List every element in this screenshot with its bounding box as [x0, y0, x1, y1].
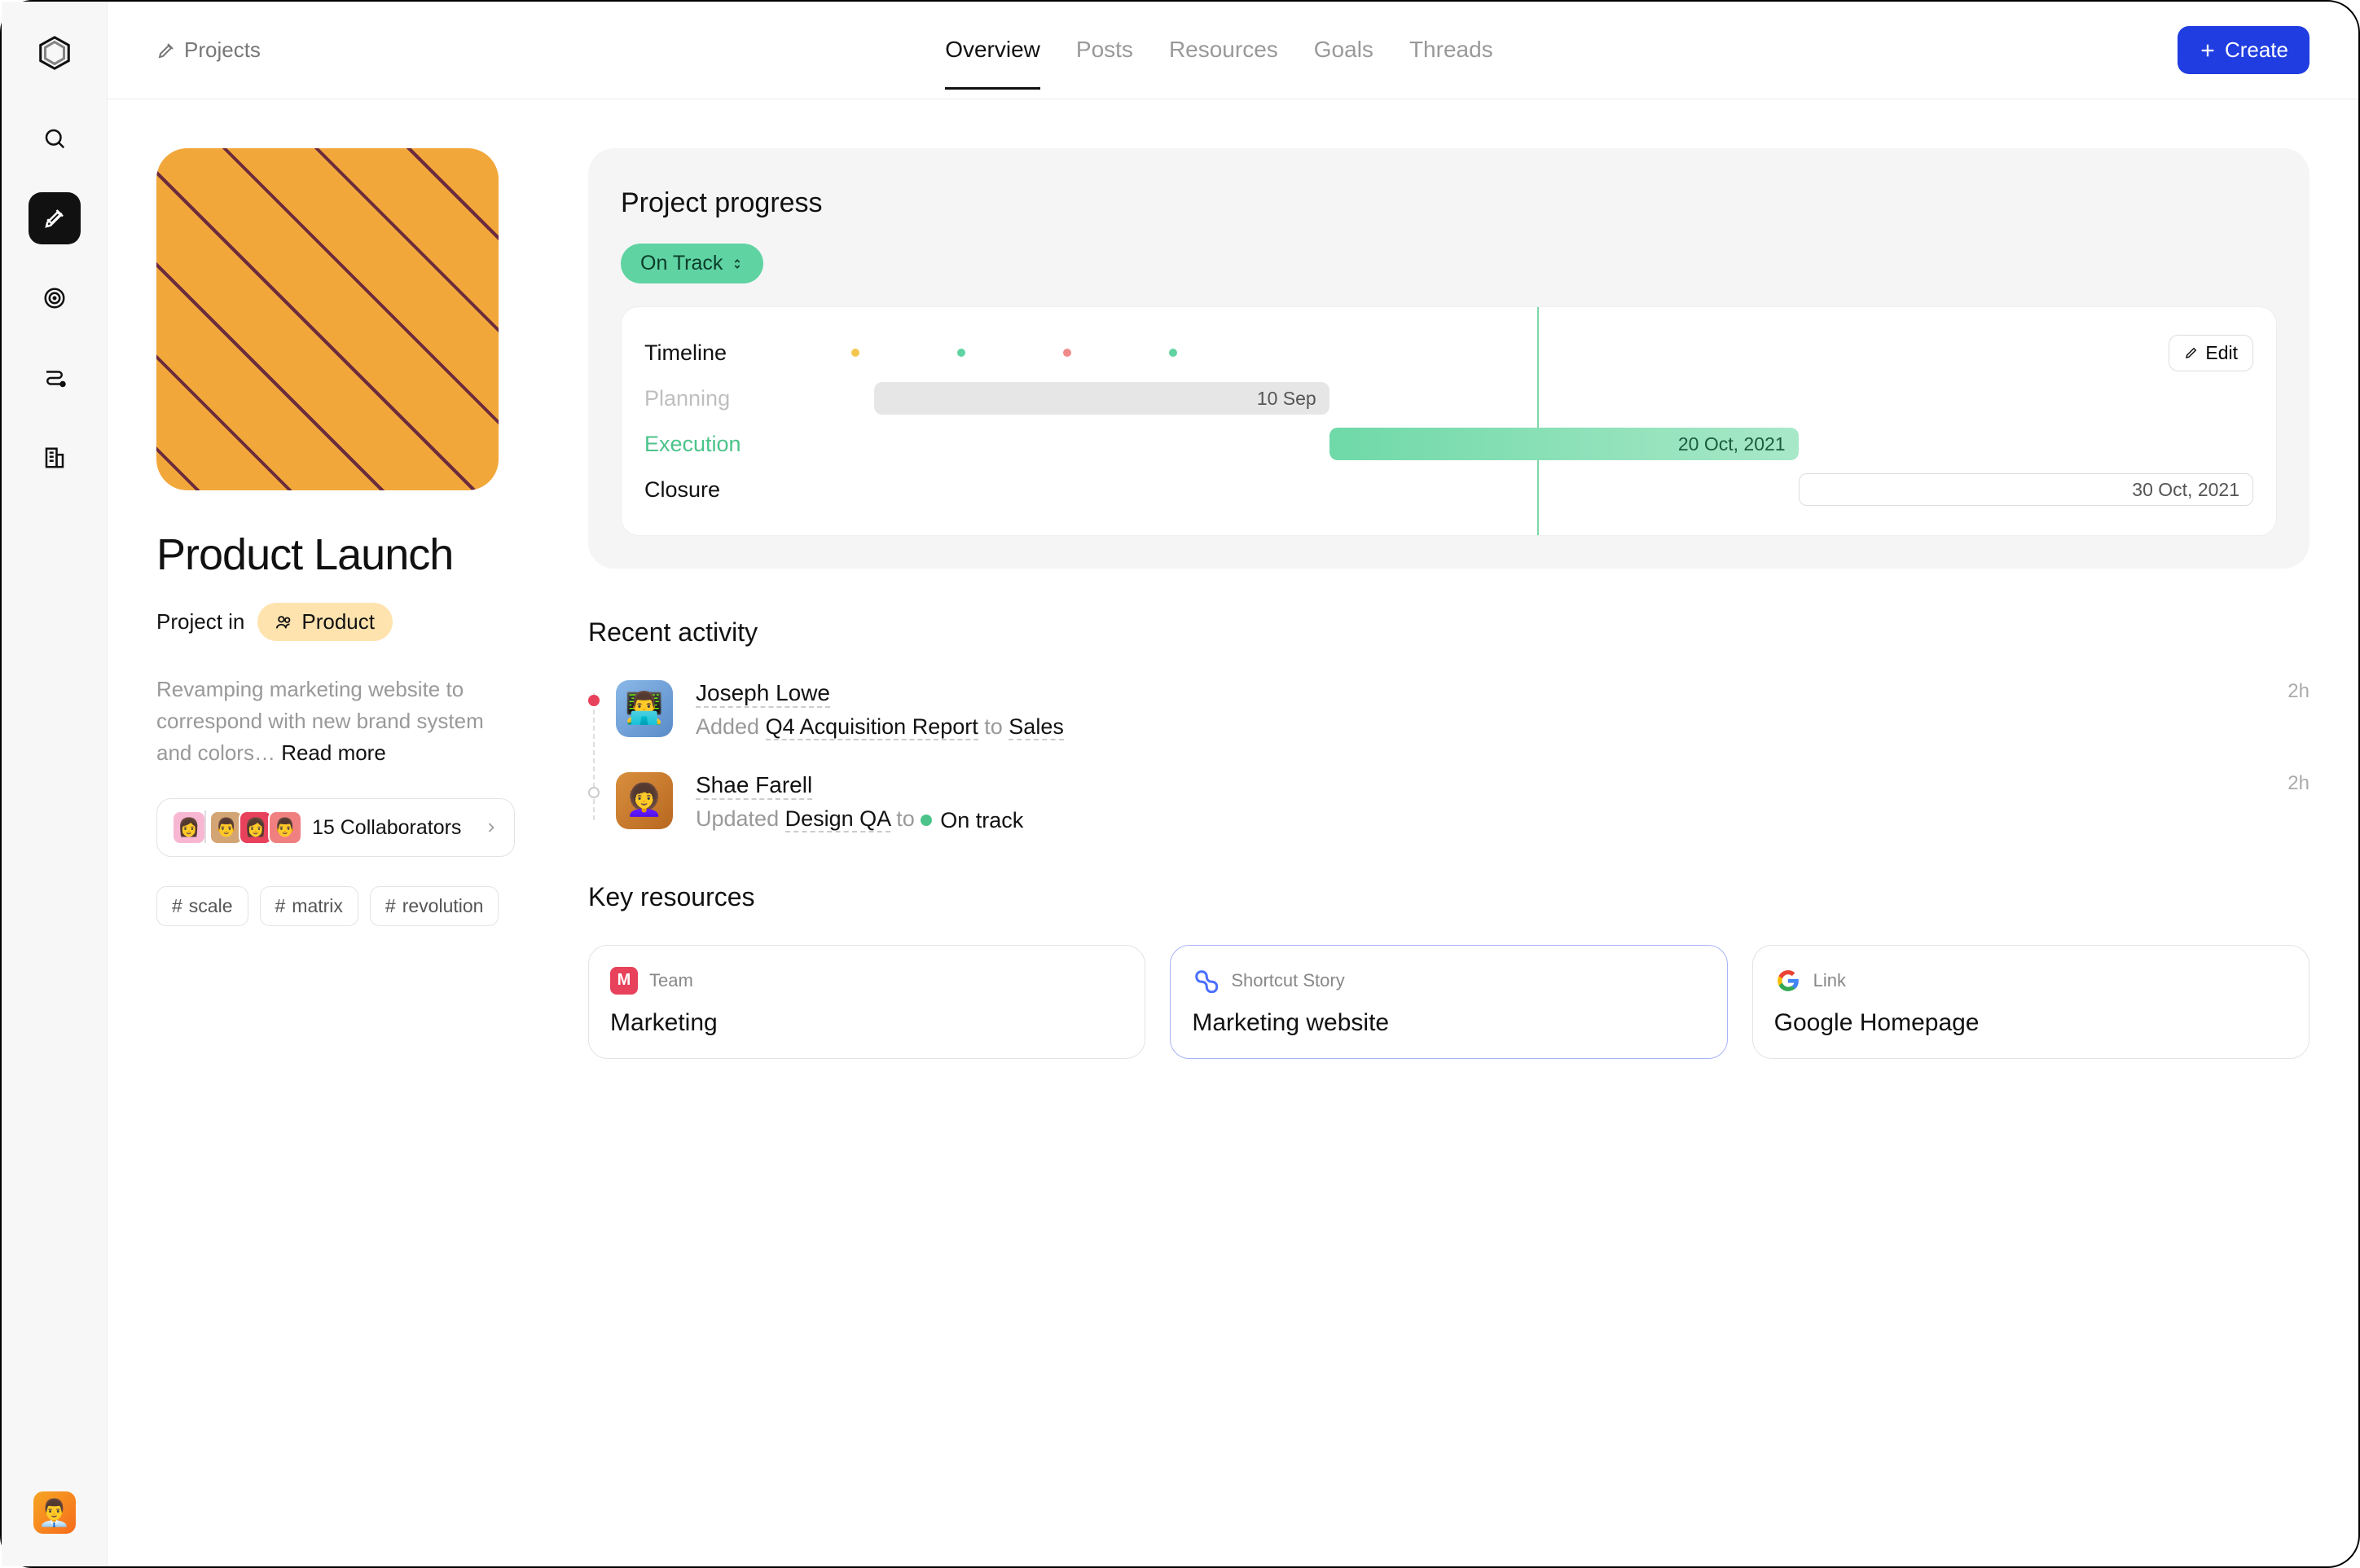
people-icon — [275, 613, 293, 631]
collaborators-button[interactable]: 👩 👨 👩 👨 15 Collaborators — [156, 798, 515, 857]
projects-nav-icon[interactable] — [29, 192, 81, 244]
activity-object-link[interactable]: Q4 Acquisition Report — [766, 714, 978, 740]
activity-avatar[interactable]: 👨‍💻 — [616, 680, 673, 737]
search-icon[interactable] — [29, 112, 81, 165]
path-nav-icon[interactable] — [29, 352, 81, 404]
resource-card-team[interactable]: M Team Marketing — [588, 945, 1145, 1059]
tag-scale[interactable]: #scale — [156, 886, 248, 926]
phase-planning-label: Planning — [644, 386, 832, 411]
tab-threads[interactable]: Threads — [1409, 37, 1493, 90]
resources-title: Key resources — [588, 882, 2309, 912]
activity-dot — [588, 787, 600, 798]
resources-grid: M Team Marketing Shortcut Story Marketin — [588, 945, 2309, 1059]
tag-revolution[interactable]: #revolution — [370, 886, 499, 926]
chevron-right-icon — [483, 819, 499, 836]
resource-title: Marketing website — [1192, 1009, 1705, 1037]
team-icon: M — [610, 967, 638, 995]
main-area: Projects Overview Posts Resources Goals … — [108, 2, 2358, 1566]
phase-closure-label: Closure — [644, 477, 832, 503]
phase-execution-label: Execution — [644, 432, 832, 457]
collaborator-avatars: 👩 👨 👩 👨 — [172, 810, 297, 845]
edit-timeline-button[interactable]: Edit — [2169, 335, 2253, 371]
activity-title: Recent activity — [588, 617, 2309, 648]
activity-dot — [588, 695, 600, 706]
activity-time: 2h — [2287, 680, 2309, 703]
read-more-link[interactable]: Read more — [281, 740, 386, 765]
chevron-updown-icon — [731, 257, 744, 270]
content: Product Launch Project in Product Revamp… — [108, 99, 2358, 1108]
activity-user-link[interactable]: Joseph Lowe — [696, 680, 830, 708]
space-chip[interactable]: Product — [257, 603, 393, 641]
activity-target-link[interactable]: Sales — [1009, 714, 1064, 740]
project-in-label: Project in — [156, 609, 244, 635]
activity-user-link[interactable]: Shae Farell — [696, 772, 812, 800]
tag-matrix[interactable]: #matrix — [260, 886, 358, 926]
activity-item: 👨‍💻 Joseph Lowe Added Q4 Acquisition Rep… — [588, 680, 2309, 740]
project-title: Product Launch — [156, 529, 515, 580]
project-meta: Project in Product — [156, 603, 515, 641]
phase-closure-bar[interactable]: 30 Oct, 2021 — [1799, 473, 2253, 506]
resource-card-link[interactable]: Link Google Homepage — [1752, 945, 2309, 1059]
milestone-dot — [1063, 349, 1071, 357]
activity-object-link[interactable]: Design QA — [785, 806, 890, 832]
tab-posts[interactable]: Posts — [1076, 37, 1133, 90]
hash-icon: # — [172, 895, 182, 917]
project-cover-image — [156, 148, 499, 490]
resource-card-shortcut[interactable]: Shortcut Story Marketing website — [1170, 945, 1727, 1059]
tab-bar: Overview Posts Resources Goals Threads — [945, 37, 1492, 64]
google-icon — [1774, 967, 1802, 995]
pencil-icon — [2184, 345, 2199, 360]
timeline-card: Timeline Edit — [621, 306, 2277, 536]
progress-title: Project progress — [621, 187, 2277, 219]
app-logo[interactable] — [36, 34, 73, 72]
status-selector[interactable]: On Track — [621, 244, 763, 283]
activity-avatar[interactable]: 👩‍🦱 — [616, 772, 673, 829]
tag-list: #scale #matrix #revolution — [156, 886, 515, 926]
nav-rail: 👨‍💼 — [2, 2, 108, 1566]
plus-icon — [2199, 42, 2217, 59]
goals-nav-icon[interactable] — [29, 272, 81, 324]
progress-panel: Project progress On Track Timeline — [588, 148, 2309, 569]
tab-overview[interactable]: Overview — [945, 37, 1040, 90]
milestone-dot — [957, 349, 965, 357]
breadcrumb-label: Projects — [184, 37, 261, 63]
create-label: Create — [2225, 37, 2288, 63]
top-bar: Projects Overview Posts Resources Goals … — [108, 2, 2358, 99]
activity-time: 2h — [2287, 772, 2309, 795]
tab-goals[interactable]: Goals — [1314, 37, 1373, 90]
resource-title: Marketing — [610, 1009, 1123, 1037]
project-sidebar: Product Launch Project in Product Revamp… — [156, 148, 515, 1059]
phase-execution-bar[interactable]: 20 Oct, 2021 — [1329, 428, 1799, 460]
project-main: Project progress On Track Timeline — [588, 148, 2309, 1059]
activity-feed: 👨‍💻 Joseph Lowe Added Q4 Acquisition Rep… — [588, 680, 2309, 833]
tab-resources[interactable]: Resources — [1169, 37, 1278, 90]
milestone-dot — [1169, 349, 1177, 357]
hash-icon: # — [385, 895, 396, 917]
resource-title: Google Homepage — [1774, 1009, 2287, 1037]
app-shell: 👨‍💼 Projects Overview Posts Resources Go… — [2, 2, 2358, 1566]
breadcrumb[interactable]: Projects — [156, 37, 261, 63]
create-button[interactable]: Create — [2178, 26, 2309, 74]
activity-item: 👩‍🦱 Shae Farell Updated Design QA to On … — [588, 772, 2309, 833]
rocket-icon — [156, 41, 176, 60]
timeline-header: Timeline — [644, 340, 832, 366]
hash-icon: # — [275, 895, 286, 917]
org-nav-icon[interactable] — [29, 432, 81, 484]
collaborator-count: 15 Collaborators — [312, 816, 468, 840]
status-badge: On track — [921, 808, 1023, 833]
milestone-dot — [851, 349, 859, 357]
project-description: Revamping marketing website to correspon… — [156, 674, 515, 769]
user-avatar[interactable]: 👨‍💼 — [33, 1491, 76, 1534]
shortcut-icon — [1192, 967, 1220, 995]
avatar: 👨 — [268, 810, 302, 845]
avatar: 👩 — [172, 810, 206, 845]
phase-planning-bar[interactable]: 10 Sep — [874, 382, 1329, 415]
